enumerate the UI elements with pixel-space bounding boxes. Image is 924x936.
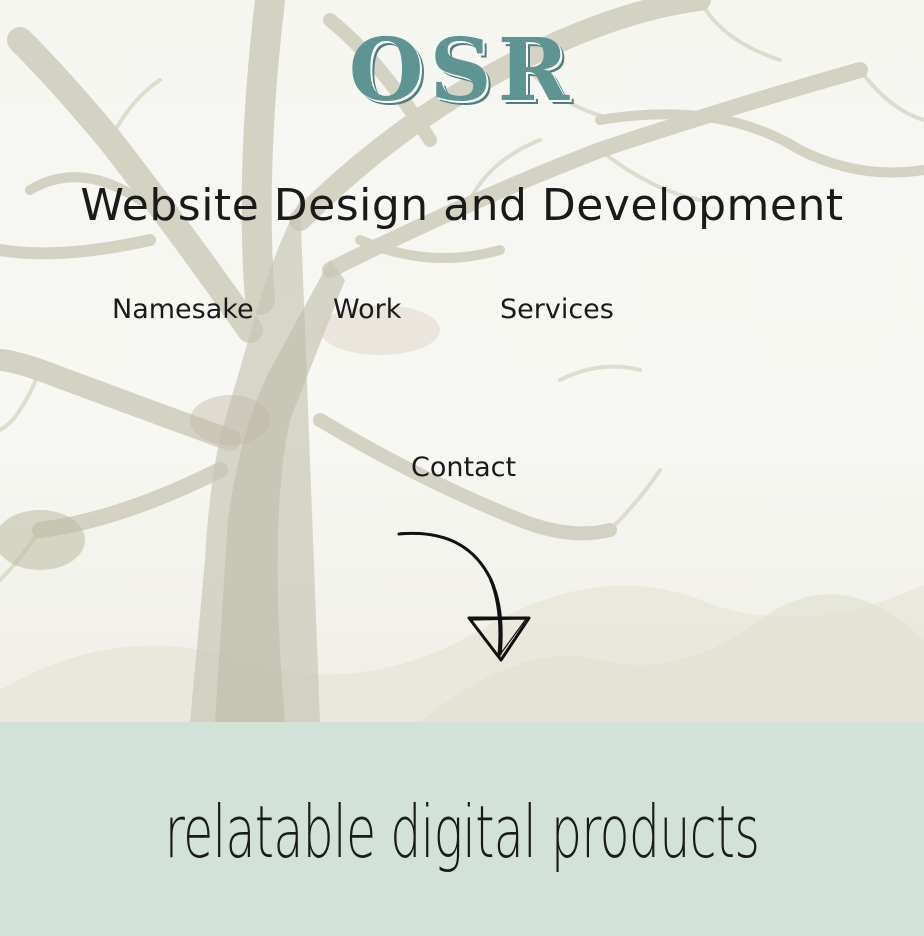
nav-link-work[interactable]: Work [333,294,401,325]
nav-link-services[interactable]: Services [500,294,614,325]
nav-link-contact[interactable]: Contact [411,452,516,483]
site-logo[interactable]: OSR [0,28,924,114]
hero-section: OSR Website Design and Development Names… [0,0,924,722]
site-tagline: Website Design and Development [80,180,844,231]
band-headline: relatable digital products [164,790,760,874]
curved-arrow-down-icon[interactable] [395,528,535,668]
nav-link-namesake[interactable]: Namesake [112,294,254,325]
